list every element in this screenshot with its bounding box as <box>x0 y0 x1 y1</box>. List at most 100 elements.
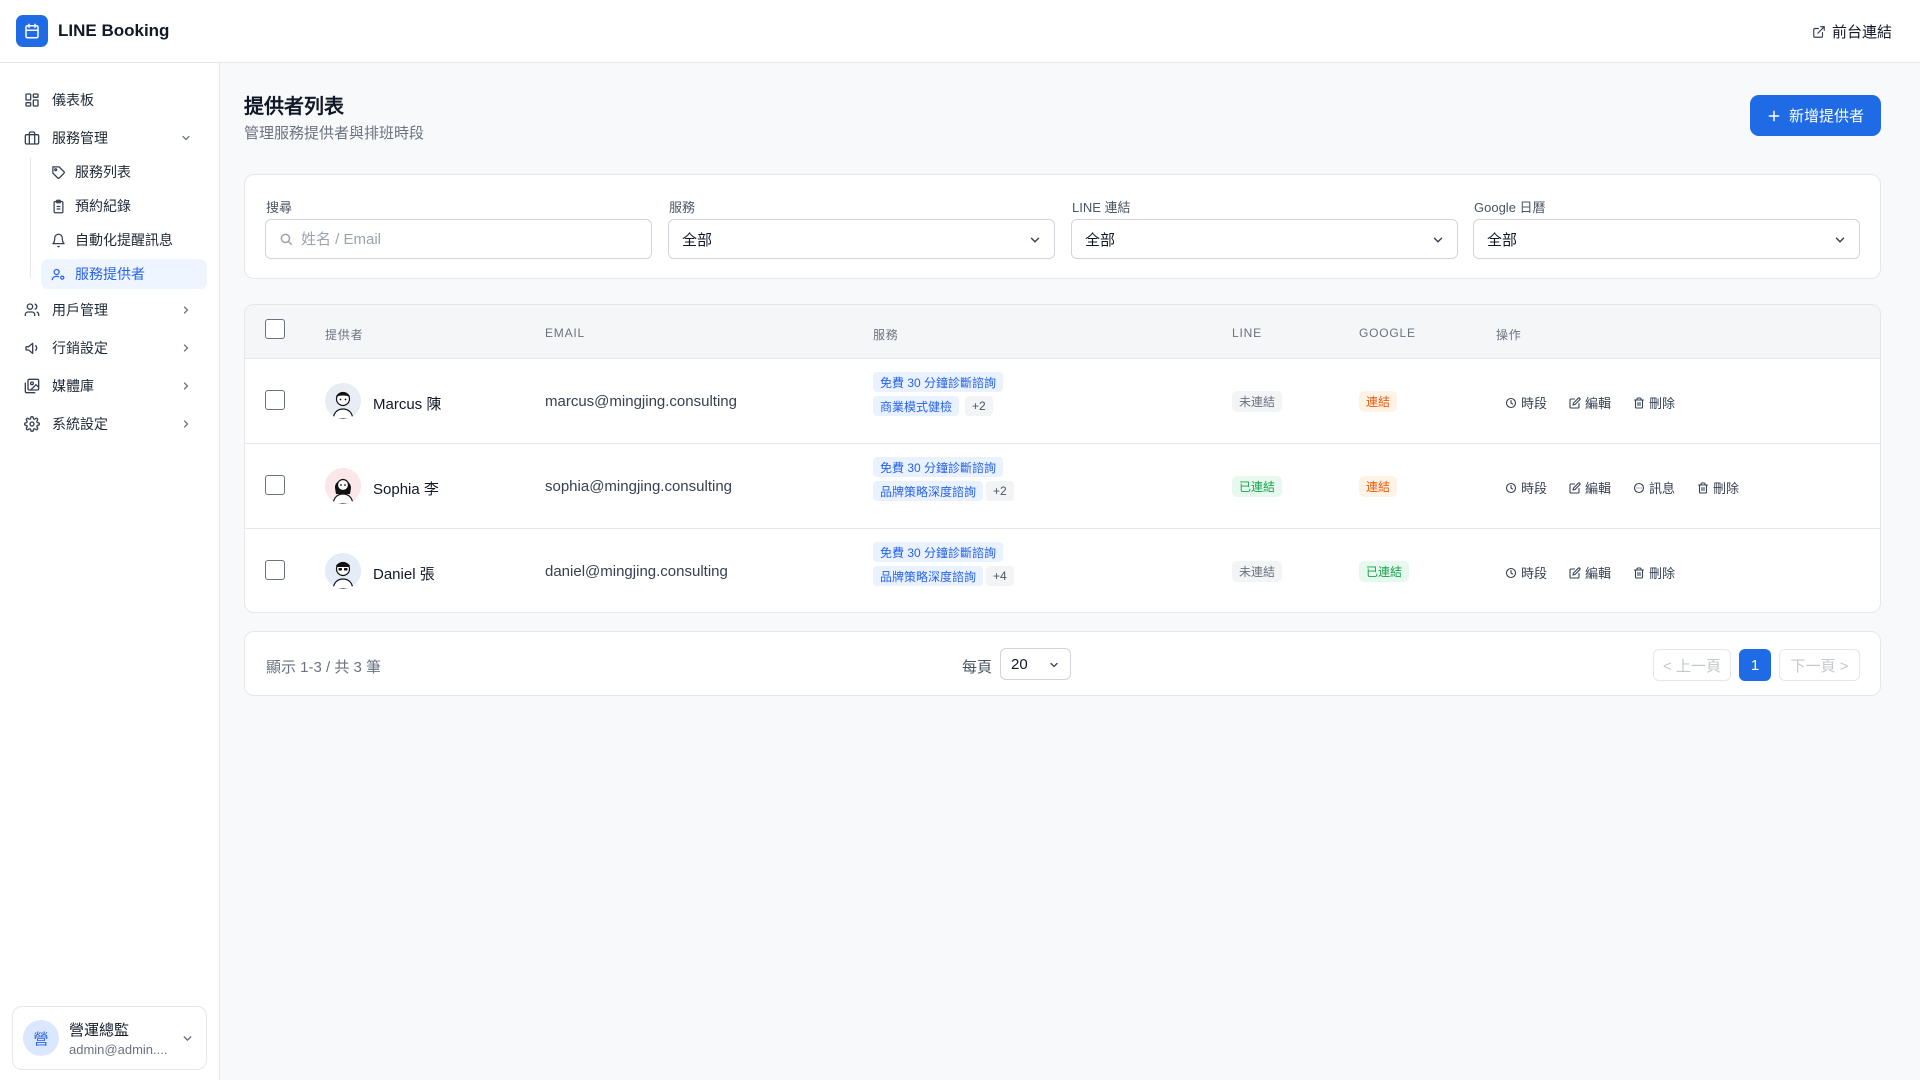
edit-button[interactable]: 編輯 <box>1569 478 1611 497</box>
sidebar-item-service-mgmt[interactable]: 服務管理 <box>12 121 206 155</box>
page-number-button[interactable]: 1 <box>1739 649 1771 681</box>
provider-name: Sophia 李 <box>373 481 439 498</box>
sidebar: 儀表板 服務管理 服務列表 預約紀錄 自動化提醒訊息 服務提供者 用戶管理 行銷… <box>0 63 220 1080</box>
trash-icon <box>1633 396 1645 409</box>
users-icon <box>24 302 40 318</box>
provider-email: daniel@mingjing.consulting <box>545 563 728 580</box>
chevron-right-icon <box>180 342 192 354</box>
briefcase-icon <box>24 130 40 146</box>
slot-label: 時段 <box>1521 566 1548 581</box>
sidebar-item-dashboard[interactable]: 儀表板 <box>12 83 206 117</box>
service-filter-select[interactable]: 全部 <box>668 219 1055 259</box>
line-filter-select[interactable]: 全部 <box>1071 219 1458 259</box>
prev-page-button[interactable]: < 上一頁 <box>1653 649 1731 681</box>
delete-button[interactable]: 刪除 <box>1697 478 1739 497</box>
edit-label: 編輯 <box>1585 481 1612 496</box>
service-filter-label: 服務 <box>669 200 696 215</box>
message-label: 訊息 <box>1649 481 1676 496</box>
grid-icon <box>24 92 40 108</box>
front-link[interactable]: 前台連結 <box>1812 21 1892 42</box>
megaphone-icon <box>24 340 40 356</box>
chevron-down-icon <box>181 1032 194 1045</box>
trash-icon <box>1697 481 1709 494</box>
row-checkbox[interactable] <box>265 390 285 410</box>
external-link-icon <box>1812 25 1826 39</box>
tag-icon <box>51 165 66 180</box>
service-tag: 商業模式健檢 <box>873 396 960 416</box>
user-email: admin@admin.... <box>69 1042 168 1057</box>
google-status-badge: 連結 <box>1359 476 1398 497</box>
column-header-actions: 操作 <box>1496 328 1522 342</box>
edit-icon <box>1569 396 1581 409</box>
next-page-button[interactable]: 下一頁 > <box>1779 649 1860 681</box>
message-button[interactable]: 訊息 <box>1633 478 1675 497</box>
chevron-down-icon <box>1028 233 1042 247</box>
service-tag: 免費 30 分鐘診斷諮詢 <box>873 542 1004 562</box>
providers-table: 提供者 EMAIL 服務 LINE GOOGLE 操作 Marcus 陳 mar… <box>244 304 1881 613</box>
edit-button[interactable]: 編輯 <box>1569 393 1611 412</box>
chevron-down-icon <box>1833 233 1847 247</box>
edit-button[interactable]: 編輯 <box>1569 563 1611 582</box>
google-status-badge: 已連結 <box>1359 561 1410 582</box>
sidebar-item-marketing[interactable]: 行銷設定 <box>12 331 206 365</box>
line-filter-label: LINE 連結 <box>1072 200 1131 215</box>
search-input[interactable] <box>301 230 621 248</box>
images-icon <box>24 378 40 394</box>
add-provider-button[interactable]: 新增提供者 <box>1750 95 1881 136</box>
clock-icon <box>1505 482 1517 494</box>
sidebar-item-media[interactable]: 媒體庫 <box>12 369 206 403</box>
service-tag: 免費 30 分鐘診斷諮詢 <box>873 372 1004 392</box>
edit-icon <box>1569 481 1581 494</box>
sidebar-item-label: 服務管理 <box>52 130 108 146</box>
sidebar-item-label: 行銷設定 <box>52 340 108 356</box>
sidebar-subitem-service-list[interactable]: 服務列表 <box>41 157 207 187</box>
column-header-line: LINE <box>1232 326 1262 340</box>
line-filter-value: 全部 <box>1085 231 1116 249</box>
provider-email: sophia@mingjing.consulting <box>545 478 733 495</box>
user-name: 營運總監 <box>69 1022 130 1039</box>
user-menu[interactable]: 營 營運總監 admin@admin.... <box>12 1006 207 1070</box>
row-checkbox[interactable] <box>265 560 285 580</box>
sidebar-item-label: 用戶管理 <box>52 302 108 318</box>
per-page-select[interactable]: 20 <box>1000 648 1071 680</box>
delete-button[interactable]: 刪除 <box>1633 393 1675 412</box>
search-field[interactable] <box>265 219 652 259</box>
service-tag: 品牌策略深度諮詢 <box>873 481 984 501</box>
select-all-checkbox[interactable] <box>265 319 285 339</box>
column-header-service: 服務 <box>873 328 899 342</box>
sidebar-subitem-booking-records[interactable]: 預約紀錄 <box>41 191 207 221</box>
sidebar-subitem-auto-reminders[interactable]: 自動化提醒訊息 <box>41 225 207 255</box>
top-bar: LINE Booking 前台連結 <box>0 0 1920 63</box>
google-filter-label: Google 日曆 <box>1474 200 1546 215</box>
sidebar-item-label: 服務提供者 <box>75 266 145 282</box>
sidebar-item-system[interactable]: 系統設定 <box>12 407 206 441</box>
column-header-google: GOOGLE <box>1359 326 1416 340</box>
service-tag: 免費 30 分鐘診斷諮詢 <box>873 457 1004 477</box>
slot-label: 時段 <box>1521 481 1548 496</box>
slot-button[interactable]: 時段 <box>1505 478 1547 497</box>
google-filter-select[interactable]: 全部 <box>1473 219 1860 259</box>
user-cog-icon <box>51 267 66 282</box>
provider-email: marcus@mingjing.consulting <box>545 393 737 410</box>
search-label: 搜尋 <box>266 200 293 215</box>
front-link-label: 前台連結 <box>1831 24 1892 41</box>
avatar: 營 <box>23 1020 59 1056</box>
per-page-label: 每頁 <box>962 659 993 676</box>
slot-button[interactable]: 時段 <box>1505 563 1547 582</box>
table-row: Daniel 張 daniel@mingjing.consulting 免費 3… <box>245 529 1880 612</box>
edit-label: 編輯 <box>1585 396 1612 411</box>
column-header-provider: 提供者 <box>325 328 364 342</box>
slot-label: 時段 <box>1521 396 1548 411</box>
sidebar-item-user-mgmt[interactable]: 用戶管理 <box>12 293 206 327</box>
sidebar-subitem-providers[interactable]: 服務提供者 <box>41 259 207 289</box>
gear-icon <box>24 416 40 432</box>
delete-button[interactable]: 刪除 <box>1633 563 1675 582</box>
trash-icon <box>1633 566 1645 579</box>
chevron-down-icon <box>1431 233 1445 247</box>
edit-icon <box>1569 566 1581 579</box>
clock-icon <box>1505 567 1517 579</box>
slot-button[interactable]: 時段 <box>1505 393 1547 412</box>
row-checkbox[interactable] <box>265 475 285 495</box>
chevron-down-icon <box>1048 659 1060 671</box>
line-status-badge: 未連結 <box>1232 391 1283 412</box>
